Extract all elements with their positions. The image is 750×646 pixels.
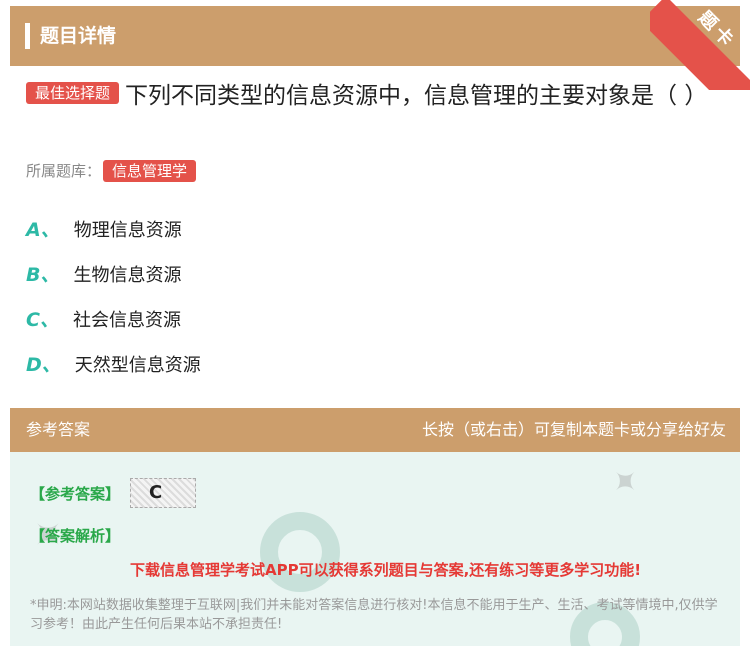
question-type-badge: 最佳选择题 xyxy=(26,82,120,104)
watermark-glyph: ✦ xyxy=(600,457,649,507)
option-b[interactable]: B、 生物信息资源 xyxy=(26,260,181,290)
answer-section-body: ✦ ✦ 【参考答案】 C 【答案解析】 下载信息管理学考试APP可以获得系列题目… xyxy=(10,452,740,646)
app-promo-link[interactable]: 下载信息管理学考试APP可以获得系列题目与答案,还有练习等更多学习功能! xyxy=(130,558,641,582)
option-text: 物理信息资源 xyxy=(73,220,182,241)
answer-section-header: 参考答案 长按（或右击）可复制本题卡或分享给好友 xyxy=(10,408,740,452)
ribbon-band xyxy=(650,0,750,90)
answer-value: C xyxy=(130,478,196,508)
question-card: 题目详情 题卡 最佳选择题 下列不同类型的信息资源中，信息管理的主要对象是（ ） … xyxy=(10,0,750,646)
question-stem: 最佳选择题 下列不同类型的信息资源中，信息管理的主要对象是（ ） xyxy=(26,78,716,114)
corner-ribbon: 题卡 xyxy=(650,0,750,90)
option-a[interactable]: A、 物理信息资源 xyxy=(26,215,182,245)
share-hint: 长按（或右击）可复制本题卡或分享给好友 xyxy=(421,420,726,439)
option-letter: D、 xyxy=(26,354,61,376)
question-bank: 所属题库： 信息管理学 xyxy=(26,158,202,184)
question-text: 下列不同类型的信息资源中，信息管理的主要对象是（ ） xyxy=(125,83,708,109)
option-c[interactable]: C、 社会信息资源 xyxy=(26,305,181,335)
option-text: 天然型信息资源 xyxy=(74,355,201,376)
option-text: 生物信息资源 xyxy=(73,265,182,286)
answer-section-title: 参考答案 xyxy=(26,420,91,439)
option-d[interactable]: D、 天然型信息资源 xyxy=(26,350,201,380)
bank-label: 所属题库： xyxy=(26,162,102,180)
card-header: 题目详情 题卡 xyxy=(10,0,750,90)
header-accent-bar xyxy=(25,23,30,49)
option-letter: C、 xyxy=(26,309,59,331)
answer-label: 【参考答案】 xyxy=(30,485,121,503)
bank-badge[interactable]: 信息管理学 xyxy=(103,160,197,182)
option-text: 社会信息资源 xyxy=(72,310,181,331)
option-letter: B、 xyxy=(26,264,60,286)
header-title: 题目详情 xyxy=(40,25,117,47)
disclaimer-text: *申明:本网站数据收集整理于互联网|我们并未能对答案信息进行核对!本信息不能用于… xyxy=(30,598,718,632)
analysis-label: 【答案解析】 xyxy=(30,527,121,545)
option-letter: A、 xyxy=(26,219,60,241)
